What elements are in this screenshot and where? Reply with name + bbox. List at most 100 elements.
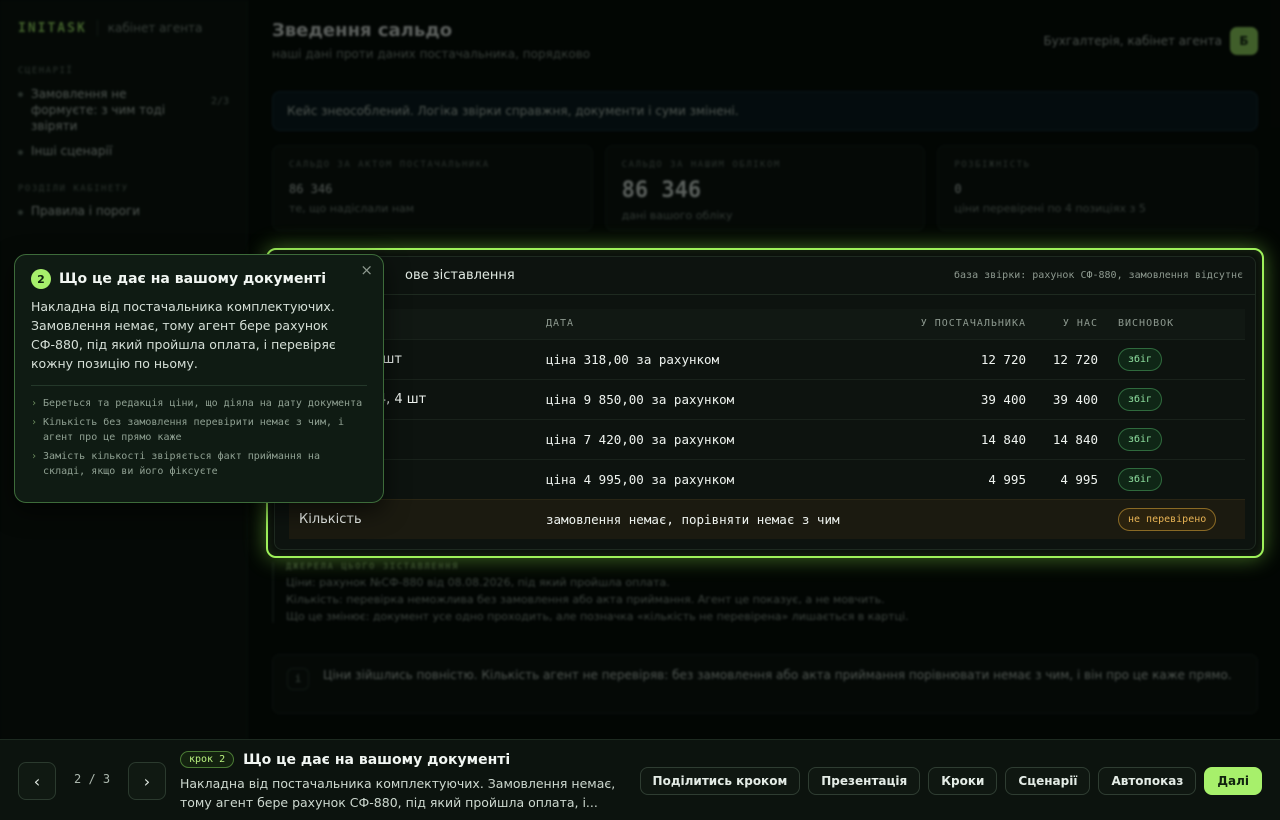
tooltip-point-text: Кількість без замовлення перевірити нема…: [43, 417, 345, 443]
card-value: 86 346: [289, 182, 333, 196]
bar-actions: Поділитись кроком Презентація Кроки Сцен…: [639, 767, 1262, 795]
tooltip-body: Накладна від постачальника комплектуючих…: [31, 299, 336, 371]
card-our-balance: САЛЬДО ЗА НАШИМ ОБЛІКОМ 86 346 дані вашо…: [604, 145, 926, 231]
bullet-icon: [18, 150, 23, 155]
step-pager: 2 / 3: [74, 772, 111, 786]
presentation-button[interactable]: Презентація: [808, 767, 921, 795]
status-badge: не перевірено: [1118, 507, 1217, 531]
row-us: 39 400: [1026, 378, 1098, 419]
step-number: 2: [31, 269, 51, 289]
tour-bottom-bar: ‹ 2 / 3 › крок 2 Що це дає на вашому док…: [0, 739, 1280, 820]
row-supplier: 12 720: [896, 338, 1026, 379]
card-value: 0: [954, 182, 962, 196]
row-supplier: 39 400: [896, 378, 1026, 419]
card-subtext: дані вашого обліку: [621, 209, 733, 222]
card-subtext: те, що надіслали нам: [289, 202, 415, 215]
card-subtext: ціни перевірені по 4 позиціях з 5: [954, 202, 1146, 215]
user-label: Бухгалтерія, кабінет агента: [1043, 33, 1222, 48]
bullet-icon: [18, 92, 23, 97]
sidebar-item-label: Правила і пороги: [31, 204, 141, 218]
page-header: Зведення сальдо наші дані проти даних по…: [272, 20, 1258, 61]
row-supplier: 4 995: [896, 458, 1026, 499]
autoplay-button[interactable]: Автопоказ: [1098, 767, 1197, 795]
comparison-table-card: ове зіставлення база звірки: рахунок СФ-…: [274, 256, 1256, 550]
chevron-right-icon: ›: [31, 398, 38, 409]
tour-tooltip: 2 Що це дає на вашому документі × Наклад…: [14, 254, 384, 503]
brand: INITASK кабінет агента: [18, 20, 229, 36]
table-row: ун АИР100L4, 4 шт ціна 9 850,00 за рахун…: [289, 378, 1245, 419]
share-step-button[interactable]: Поділитись кроком: [639, 767, 801, 795]
row-result: збіг: [1098, 378, 1245, 419]
sidebar-item-label: Замовлення не формуєте: з чим тоді звіря…: [31, 87, 166, 133]
close-icon[interactable]: ×: [360, 261, 373, 279]
table-row: 208 2RS, 40 шт ціна 318,00 за рахунком 1…: [289, 338, 1245, 379]
sidebar-section-cabinet: РОЗДІЛИ КАБІНЕТУ: [18, 184, 129, 194]
sidebar-item-rules[interactable]: Правила і пороги: [18, 204, 229, 218]
notice-banner: Кейс знеособлений. Логіка звірки справжн…: [272, 91, 1258, 131]
avatar[interactable]: Б: [1230, 26, 1258, 55]
page-description: наші дані проти даних постачальника, пор…: [272, 47, 591, 61]
step-badge: крок 2: [180, 751, 235, 768]
status-badge: збіг: [1118, 427, 1163, 451]
sources-block: ДЖЕРЕЛА ЦЬОГО ЗІСТАВЛЕННЯ Ціни: рахунок …: [272, 562, 972, 623]
highlighted-comparison-table: ове зіставлення база звірки: рахунок СФ-…: [266, 248, 1264, 558]
prev-step-button[interactable]: ‹: [18, 762, 56, 800]
card-value: 86 346: [621, 178, 702, 203]
bar-title-row: крок 2 Що це дає на вашому документі: [180, 751, 510, 768]
table-row-warning: Кількість замовлення немає, порівняти не…: [289, 498, 1245, 539]
tooltip-title: Що це дає на вашому документі: [59, 271, 327, 287]
row-us: 12 720: [1026, 338, 1098, 379]
chevron-right-icon: ›: [31, 417, 38, 428]
info-icon: i: [287, 668, 309, 690]
row-data: замовлення немає, порівняти немає з чим: [546, 498, 896, 539]
row-result: не перевірено: [1098, 498, 1245, 539]
row-data: ціна 7 420,00 за рахунком: [546, 418, 896, 459]
tooltip-point: › Замість кількості звіряється факт прий…: [31, 449, 367, 479]
sidebar-section-scenarios: СЦЕНАРІЇ: [18, 66, 74, 76]
row-data: ціна 9 850,00 за рахунком: [546, 378, 896, 419]
table-row: RV-63, 2 шт ціна 7 420,00 за рахунком 14…: [289, 418, 1245, 459]
tooltip-point: › Береться та редакція ціни, що діяла на…: [31, 396, 367, 411]
card-supplier-balance: САЛЬДО ЗА АКТОМ ПОСТАЧАЛЬНИКА 86 346 те,…: [272, 145, 593, 231]
tooltip-point-text: Береться та редакція ціни, що діяла на д…: [43, 398, 363, 409]
col-supplier: У ПОСТАЧАЛЬНИКА: [896, 309, 1026, 339]
user-menu[interactable]: Бухгалтерія, кабінет агента Б: [1043, 20, 1258, 61]
divider: [31, 385, 367, 386]
tooltip-point: › Кількість без замовлення перевірити не…: [31, 415, 367, 445]
sidebar-item-label: Інші сценарії: [31, 144, 113, 158]
row-us: 4 995: [1026, 458, 1098, 499]
row-supplier: 14 840: [896, 418, 1026, 459]
sidebar-item-scenario[interactable]: Замовлення не формуєте: з чим тоді звіря…: [18, 86, 229, 134]
status-badge: збіг: [1118, 387, 1163, 411]
steps-button[interactable]: Кроки: [928, 767, 998, 795]
table-basis: база звірки: рахунок СФ-880, замовлення …: [954, 270, 1243, 281]
next-step-button[interactable]: ›: [128, 762, 166, 800]
table-row: плект ціна 4 995,00 за рахунком 4 995 4 …: [289, 458, 1245, 499]
next-button[interactable]: Далі: [1204, 767, 1262, 795]
card-heading: РОЗБІЖНІСТЬ: [954, 160, 1031, 170]
status-badge: збіг: [1118, 467, 1163, 491]
status-badge: збіг: [1118, 347, 1163, 371]
chevron-right-icon: ›: [31, 451, 38, 462]
col-us: У НАС: [1026, 309, 1098, 339]
bar-description: Накладна від постачальника комплектуючих…: [180, 776, 616, 810]
main-content: Зведення сальдо наші дані проти даних по…: [272, 20, 1259, 714]
card-difference: РОЗБІЖНІСТЬ 0 ціни перевірені по 4 позиц…: [937, 145, 1259, 231]
scenario-count: 2/3: [210, 96, 229, 107]
tooltip-header: 2 Що це дає на вашому документі: [31, 269, 367, 289]
card-heading: САЛЬДО ЗА АКТОМ ПОСТАЧАЛЬНИКА: [289, 160, 490, 170]
verdict-box: i Ціни зійшлись повністю. Кількість аген…: [272, 654, 1258, 714]
brand-subtitle: кабінет агента: [107, 21, 203, 35]
page-title: Зведення сальдо: [272, 20, 453, 41]
table-header-bar: ове зіставлення база звірки: рахунок СФ-…: [275, 257, 1255, 295]
tooltip-point-text: Замість кількості звіряється факт прийма…: [43, 451, 320, 477]
card-heading: САЛЬДО ЗА НАШИМ ОБЛІКОМ: [621, 160, 781, 170]
sidebar-item-other-scenarios[interactable]: Інші сценарії: [18, 144, 229, 158]
scenarios-button[interactable]: Сценарії: [1005, 767, 1091, 795]
row-us: [1026, 498, 1098, 539]
source-line: Кількість: перевірка неможлива без замов…: [286, 593, 885, 606]
row-data: ціна 4 995,00 за рахунком: [546, 458, 896, 499]
col-data: ДАТА: [546, 309, 896, 339]
comparison-table: ДАТА У ПОСТАЧАЛЬНИКА У НАС ВИСНОВОК 208 …: [289, 309, 1245, 539]
col-result: ВИСНОВОК: [1098, 309, 1245, 339]
